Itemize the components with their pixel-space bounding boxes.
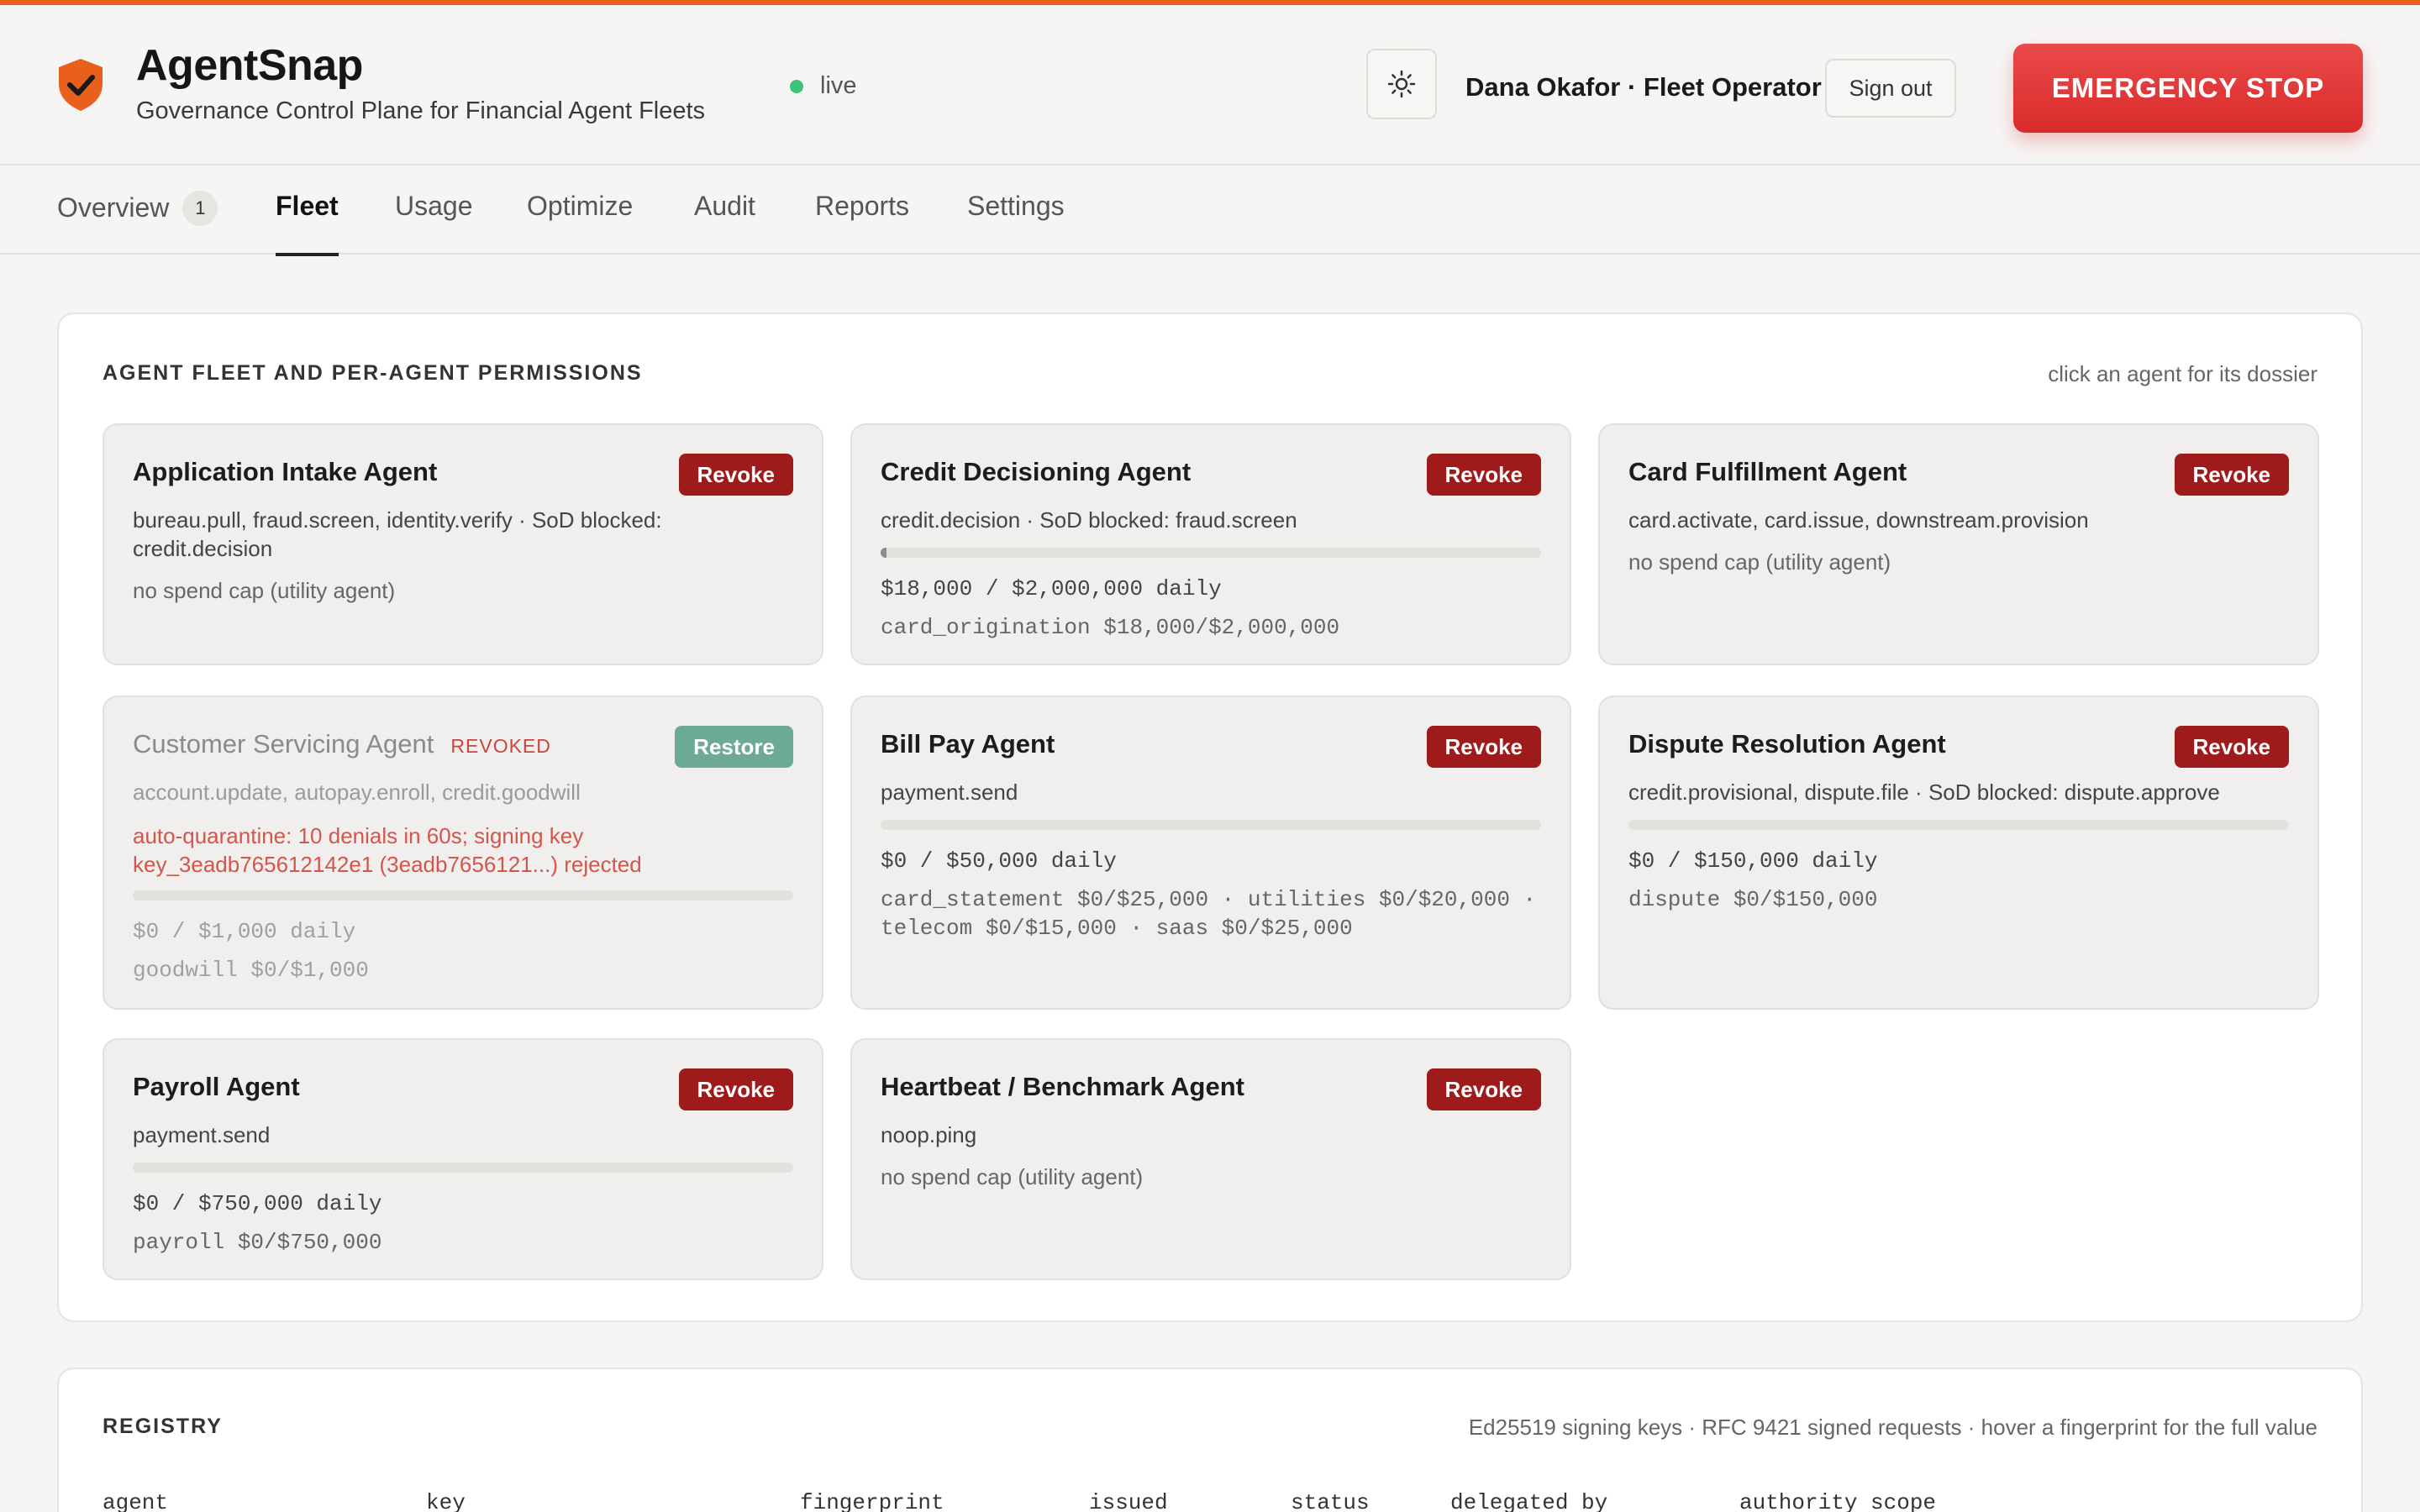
registry-panel-hint: Ed25519 signing keys · RFC 9421 signed r… <box>1468 1415 2317 1440</box>
agent-name: Card Fulfillment Agent <box>1628 457 1907 486</box>
agent-name: Heartbeat / Benchmark Agent <box>881 1072 1244 1101</box>
agent-name: Bill Pay Agent <box>881 729 1055 759</box>
registry-col-delegated-by: delegated by <box>1450 1490 1608 1512</box>
spend-breakdown: payroll $0/$750,000 <box>133 1230 382 1255</box>
revoke-button[interactable]: Revoke <box>678 454 793 496</box>
live-dot-icon <box>790 79 803 93</box>
agent-permissions: bureau.pull, fraud.screen, identity.veri… <box>133 507 662 561</box>
tab-usage[interactable]: Usage <box>395 191 473 255</box>
fleet-panel-title: AGENT FLEET AND PER-AGENT PERMISSIONS <box>103 361 643 385</box>
tab-settings[interactable]: Settings <box>967 191 1065 255</box>
agent-permissions: payment.send <box>881 780 1018 805</box>
registry-col-issued: issued <box>1089 1490 1168 1512</box>
spend-cap-note: no spend cap (utility agent) <box>881 1164 1144 1189</box>
agent-name: Credit Decisioning Agent <box>881 457 1192 486</box>
app-title: AgentSnap <box>136 41 363 90</box>
tab-label: Audit <box>694 191 755 221</box>
registry-col-agent: agent <box>103 1490 169 1512</box>
revoke-button[interactable]: Revoke <box>1426 726 1541 768</box>
tab-badge: 1 <box>182 191 218 226</box>
spend-usage-bar <box>133 1163 793 1173</box>
tab-label: Usage <box>395 191 473 221</box>
revoke-button[interactable]: Revoke <box>1426 454 1541 496</box>
user-name: Dana Okafor · Fleet Operator <box>1465 72 1822 102</box>
tab-label: Overview <box>57 192 170 223</box>
spend-usage-bar <box>881 820 1541 830</box>
registry-panel-title: REGISTRY <box>103 1415 223 1438</box>
registry-col-key: key <box>426 1490 466 1512</box>
app-subtitle: Governance Control Plane for Financial A… <box>136 97 706 124</box>
spend-breakdown: goodwill $0/$1,000 <box>133 958 369 983</box>
tab-overview[interactable]: Overview 1 <box>57 191 218 255</box>
live-status-label: live <box>820 72 857 99</box>
spend-summary: $0 / $750,000 daily <box>133 1191 382 1216</box>
spend-summary: $0 / $1,000 daily <box>133 919 356 944</box>
emergency-stop-button[interactable]: EMERGENCY STOP <box>2013 44 2363 133</box>
quarantine-warning: auto-quarantine: 10 denials in 60s; sign… <box>133 823 642 877</box>
spend-cap-note: no spend cap (utility agent) <box>133 578 396 603</box>
tab-audit[interactable]: Audit <box>694 191 755 255</box>
tab-reports[interactable]: Reports <box>815 191 909 255</box>
spend-breakdown: dispute $0/$150,000 <box>1628 887 1878 912</box>
tab-optimize[interactable]: Optimize <box>527 191 633 255</box>
agent-permissions: noop.ping <box>881 1122 977 1147</box>
agent-card-customer-servicing[interactable]: Customer Servicing Agent REVOKED Restore … <box>103 696 823 1010</box>
sign-out-button[interactable]: Sign out <box>1825 59 1956 118</box>
live-status: live <box>790 72 857 100</box>
agent-permissions: payment.send <box>133 1122 271 1147</box>
revoke-button[interactable]: Revoke <box>2174 726 2289 768</box>
tab-label: Optimize <box>527 191 634 221</box>
agent-permissions: credit.decision · SoD blocked: fraud.scr… <box>881 507 1297 533</box>
spend-summary: $0 / $150,000 daily <box>1628 848 1878 874</box>
revoke-button[interactable]: Revoke <box>1426 1068 1541 1110</box>
spend-cap-note: no spend cap (utility agent) <box>1628 549 1891 575</box>
agent-card-heartbeat-benchmark[interactable]: Heartbeat / Benchmark Agent Revoke noop.… <box>850 1038 1571 1280</box>
fleet-panel-hint: click an agent for its dossier <box>2048 361 2317 386</box>
registry-panel: REGISTRY Ed25519 signing keys · RFC 9421… <box>57 1368 2363 1512</box>
tab-label: Reports <box>815 191 910 221</box>
agent-card-payroll[interactable]: Payroll Agent Revoke payment.send $0 / $… <box>103 1038 823 1280</box>
spend-usage-bar <box>1628 820 2289 830</box>
spend-summary: $18,000 / $2,000,000 daily <box>881 576 1222 601</box>
agent-name: Application Intake Agent <box>133 457 438 486</box>
revoked-badge: REVOKED <box>450 735 551 757</box>
agent-permissions: card.activate, card.issue, downstream.pr… <box>1628 507 2089 533</box>
agent-card-dispute-resolution[interactable]: Dispute Resolution Agent Revoke credit.p… <box>1598 696 2319 1010</box>
revoke-button[interactable]: Revoke <box>2174 454 2289 496</box>
fleet-panel: AGENT FLEET AND PER-AGENT PERMISSIONS cl… <box>57 312 2363 1322</box>
theme-toggle-button[interactable] <box>1366 49 1437 119</box>
agent-permissions: credit.provisional, dispute.file · SoD b… <box>1628 780 2220 805</box>
agent-permissions: account.update, autopay.enroll, credit.g… <box>133 780 581 805</box>
agent-name: Customer Servicing Agent <box>133 729 434 759</box>
app-header: AgentSnap Governance Control Plane for F… <box>0 5 2420 165</box>
sun-icon <box>1387 70 1416 98</box>
spend-usage-fill <box>881 548 887 558</box>
registry-col-authority-scope: authority scope <box>1739 1490 1937 1512</box>
spend-usage-bar <box>881 548 1541 558</box>
agent-name: Dispute Resolution Agent <box>1628 729 1946 759</box>
spend-usage-bar <box>133 890 793 900</box>
agent-card-card-fulfillment[interactable]: Card Fulfillment Agent Revoke card.activ… <box>1598 423 2319 665</box>
agent-card-credit-decisioning[interactable]: Credit Decisioning Agent Revoke credit.d… <box>850 423 1571 665</box>
tab-fleet[interactable]: Fleet <box>276 191 339 256</box>
spend-summary: $0 / $50,000 daily <box>881 848 1117 874</box>
restore-button[interactable]: Restore <box>675 726 793 768</box>
tab-label: Fleet <box>276 191 339 221</box>
spend-breakdown: card_statement $0/$25,000 · utilities $0… <box>881 887 1537 941</box>
spend-breakdown: card_origination $18,000/$2,000,000 <box>881 615 1340 640</box>
tab-label: Settings <box>967 191 1065 221</box>
revoke-button[interactable]: Revoke <box>678 1068 793 1110</box>
main-tabs: Overview 1 Fleet Usage Optimize Audit Rep… <box>0 165 2420 256</box>
agent-card-application-intake[interactable]: Application Intake Agent Revoke bureau.p… <box>103 423 823 665</box>
agent-name: Payroll Agent <box>133 1072 300 1101</box>
registry-col-status: status <box>1291 1490 1370 1512</box>
shield-check-icon <box>59 59 103 111</box>
registry-col-fingerprint: fingerprint <box>800 1490 944 1512</box>
agent-card-bill-pay[interactable]: Bill Pay Agent Revoke payment.send $0 / … <box>850 696 1571 1010</box>
agent-name-row: Customer Servicing Agent REVOKED <box>133 729 551 759</box>
